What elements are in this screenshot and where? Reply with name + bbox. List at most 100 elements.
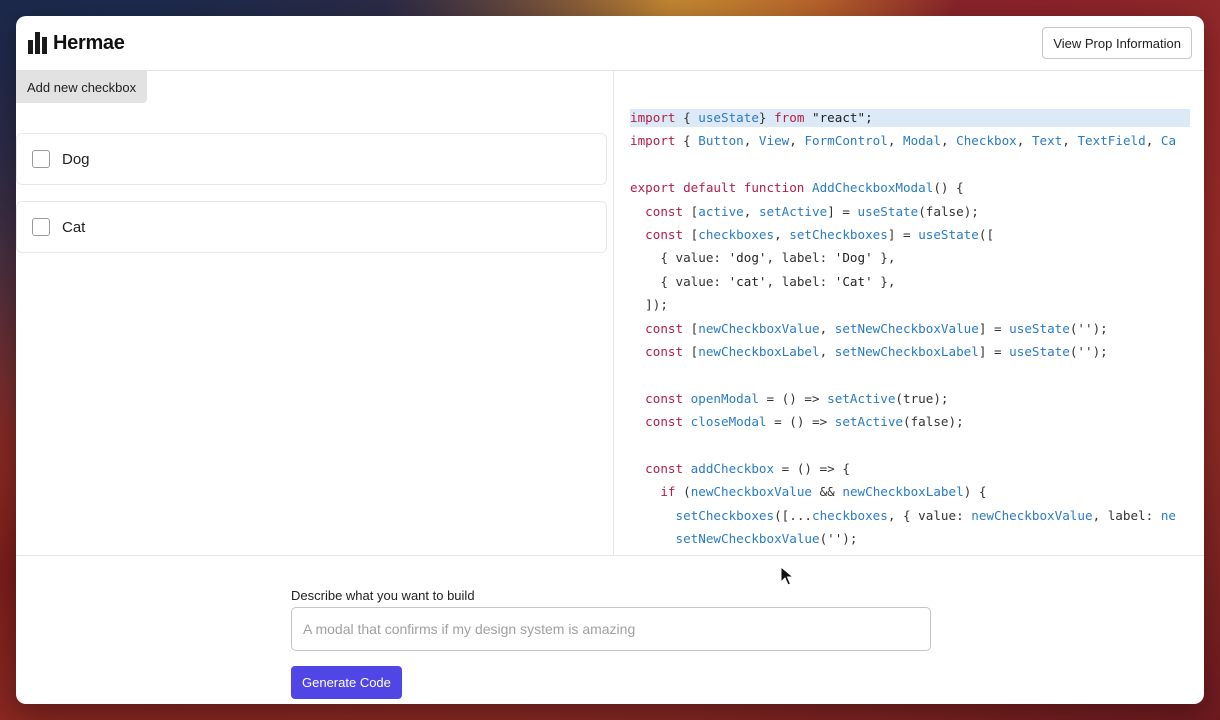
code-token: { value: [630, 273, 729, 289]
code-line: const openModal = () => setActive(true); [630, 390, 1190, 408]
code-token: newCheckboxValue [971, 507, 1093, 523]
code-token: = () => { [774, 461, 850, 476]
code-token: ] = [978, 320, 1010, 336]
code-token: import [630, 110, 684, 125]
code-token: && [812, 484, 843, 500]
code-token: 'Cat' [834, 273, 873, 289]
code-token: Modal [903, 133, 941, 149]
code-line: const addCheckbox = () => { [630, 460, 1190, 478]
code-token: AddCheckboxModal [811, 180, 934, 196]
code-token: const [645, 414, 691, 430]
code-line: import { Button, View, FormControl, Moda… [630, 132, 1190, 150]
code-token: newCheckboxLabel [842, 484, 964, 500]
code-token: ( [675, 484, 691, 500]
code-token: { value: [630, 250, 729, 266]
code-token: newCheckboxValue [690, 484, 813, 500]
code-token: ne [1160, 507, 1176, 523]
code-token: newCheckboxLabel [698, 344, 820, 359]
code-token: setCheckboxes [789, 227, 888, 242]
code-token: (false); [903, 414, 964, 430]
code-token: { [683, 133, 699, 149]
code-token: useState [698, 110, 759, 125]
code-token: (''); [819, 531, 858, 547]
code-token: ]); [630, 297, 668, 313]
code-token: (''); [1069, 320, 1108, 336]
code-token: , [940, 133, 957, 149]
code-token: , [887, 133, 904, 149]
checkbox-label-cat: Cat [62, 218, 86, 236]
hermae-logo-icon [28, 32, 47, 54]
code-line: const [active, setActive] = useState(fal… [630, 203, 1190, 221]
code-token: Text [1031, 133, 1063, 149]
code-token: if [660, 484, 676, 500]
top-bar: Hermae View Prop Information [16, 16, 1204, 71]
code-token: 'Dog' [834, 250, 873, 266]
code-token: closeModal [690, 414, 767, 430]
code-token: , { value: [887, 507, 972, 523]
code-token: "react"; [804, 110, 873, 125]
prompt-label: Describe what you want to build [291, 588, 475, 603]
code-viewer[interactable]: import { useState} from "react"; import {… [615, 71, 1204, 555]
code-line: { value: 'dog', label: 'Dog' }, [630, 249, 1190, 267]
code-token: Button [698, 133, 744, 149]
code-token: const [645, 320, 691, 336]
code-token: active [698, 203, 744, 219]
code-token: , [743, 203, 759, 219]
code-token: setNewCheckboxLabel [834, 344, 979, 359]
code-token: , label: [766, 273, 835, 289]
code-token: } [758, 110, 775, 125]
code-token: Ca [1160, 133, 1177, 149]
code-token: Checkbox [956, 133, 1017, 149]
code-token: ) { [963, 484, 987, 500]
code-token: () { [933, 180, 964, 196]
code-line: const [newCheckboxLabel, setNewCheckboxL… [630, 343, 1190, 361]
code-line: const closeModal = () => setActive(false… [630, 413, 1190, 431]
code-token: export default function [630, 180, 812, 196]
code-token: useState [918, 227, 979, 242]
add-new-checkbox-button[interactable]: Add new checkbox [16, 71, 148, 103]
code-token: newCheckboxValue [698, 320, 820, 336]
code-token: , [819, 320, 835, 336]
code-token: , [819, 344, 835, 359]
checkbox-item-cat[interactable]: Cat [16, 201, 607, 253]
code-token: setActive [827, 390, 896, 406]
brand-logo[interactable]: Hermae [28, 32, 125, 55]
code-line: const [newCheckboxValue, setNewCheckboxV… [630, 320, 1190, 338]
code-token: = () => [758, 390, 828, 406]
checkbox-dog[interactable] [32, 150, 50, 168]
code-token: setNewCheckboxValue [834, 320, 979, 336]
code-token: ([... [774, 507, 812, 523]
code-line: setCheckboxes([...checkboxes, { value: n… [630, 507, 1190, 525]
prompt-input[interactable] [291, 607, 931, 651]
code-token: const [645, 203, 691, 219]
code-token: 'dog' [728, 250, 767, 266]
code-token: ] = [978, 344, 1010, 359]
checkbox-item-dog[interactable]: Dog [16, 133, 607, 185]
code-token: , [774, 227, 790, 242]
builder-panel: Describe what you want to build Generate… [16, 555, 1204, 704]
code-line: { value: 'cat', label: 'Cat' }, [630, 273, 1190, 291]
code-token: checkboxes [812, 507, 888, 523]
code-token: useState [857, 203, 919, 219]
code-token: , label: [766, 250, 835, 266]
code-token: setActive [834, 414, 903, 430]
code-token: (true); [895, 390, 949, 406]
code-line: if (newCheckboxValue && newCheckboxLabel… [630, 483, 1190, 501]
code-token: const [645, 344, 691, 359]
checkbox-cat[interactable] [32, 218, 50, 236]
code-token: ] = [887, 227, 919, 242]
code-token: (''); [1069, 344, 1108, 359]
generate-code-button[interactable]: Generate Code [291, 666, 402, 699]
mouse-pointer-icon [780, 566, 794, 586]
code-token: , [1062, 133, 1078, 149]
code-token: }, [872, 250, 896, 266]
view-prop-information-button[interactable]: View Prop Information [1042, 27, 1192, 59]
